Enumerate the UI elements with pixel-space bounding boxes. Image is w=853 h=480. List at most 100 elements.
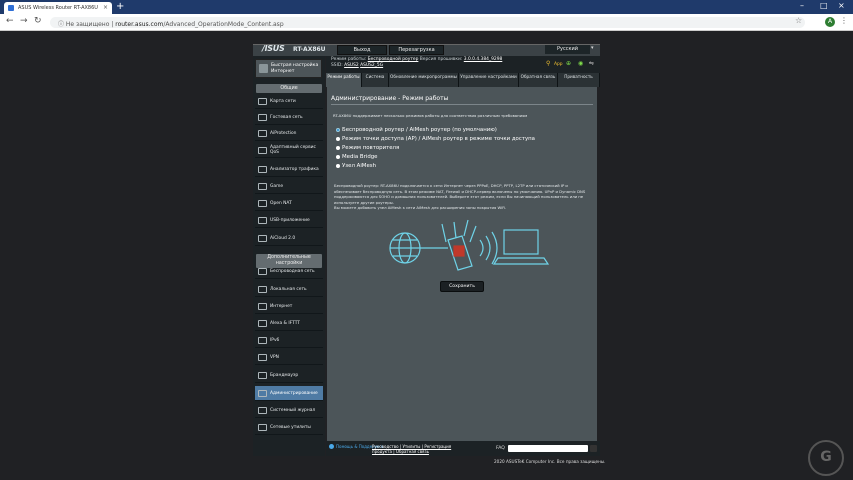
mode-option-media-bridge[interactable]: Media Bridge: [336, 154, 377, 160]
browser-menu-icon[interactable]: ⋮: [840, 16, 848, 25]
asus-logo: /ISUS: [262, 44, 285, 53]
sidebar-item-network-map[interactable]: Карта сети: [255, 94, 323, 109]
sidebar-item-aiprotection[interactable]: AiProtection: [255, 126, 323, 141]
vpn-icon: [258, 354, 267, 361]
help-icon: [329, 444, 334, 449]
page-title: Администрирование - Режим работы: [331, 95, 449, 102]
shield-icon: [258, 130, 267, 137]
usb-icon: [258, 217, 267, 224]
ipv6-icon: [258, 337, 267, 344]
reload-icon[interactable]: ↻: [34, 16, 42, 26]
mode-option-router[interactable]: Беспроводной роутер / AiMesh роутер (по …: [336, 127, 497, 133]
footer-links[interactable]: Руководство | Утилиты | Регистрация прод…: [372, 444, 451, 454]
sidebar-item-system-log[interactable]: Системный журнал: [255, 403, 323, 418]
sidebar-item-guest-network[interactable]: Гостевая сеть: [255, 110, 323, 125]
radio-icon[interactable]: [336, 154, 340, 159]
operation-mode-link[interactable]: Беспроводной роутер: [368, 57, 419, 62]
traffic-analyzer-icon: [258, 166, 267, 173]
radio-icon[interactable]: [336, 136, 340, 141]
faq-search-input[interactable]: [508, 445, 588, 452]
browser-toolbar: ← → ↻ ⓘ Не защищено | router.asus.com/Ad…: [0, 14, 853, 31]
search-icon[interactable]: [590, 445, 597, 452]
app-icon[interactable]: ⚲: [546, 60, 550, 67]
sidebar-item-wireless[interactable]: Беспроводная сеть: [255, 264, 323, 279]
app-label: App: [554, 62, 563, 67]
laptop-icon: [492, 229, 550, 265]
ssid-5g-link[interactable]: ASUS2_5G: [360, 63, 383, 68]
radio-icon[interactable]: [336, 145, 340, 150]
quick-setup-button[interactable]: Быстрая настройка Интернет: [255, 59, 322, 78]
sidebar-item-wan[interactable]: Интернет: [255, 299, 323, 314]
sidebar-item-usb-app[interactable]: USB-приложение: [255, 213, 323, 228]
close-window-icon[interactable]: ×: [838, 1, 845, 10]
status-info: Режим работы: Беспроводной роутер Версия…: [331, 57, 503, 68]
radio-selected-icon[interactable]: [336, 127, 340, 132]
page-subtitle: RT-AX86U поддерживает несколько режимов …: [333, 113, 528, 118]
usb-status-icon[interactable]: ⇋: [589, 60, 594, 67]
tab-firmware-upgrade[interactable]: Обновление микропрограммы: [389, 73, 459, 87]
maximize-icon[interactable]: □: [820, 1, 828, 10]
reboot-button[interactable]: Перезагрузка: [389, 45, 444, 55]
sidebar-item-vpn[interactable]: VPN: [255, 350, 323, 365]
forward-icon[interactable]: →: [20, 16, 28, 26]
language-select[interactable]: Русский: [545, 45, 590, 54]
mode-option-ap[interactable]: Режим точки доступа (AP) / AiMesh роутер…: [336, 136, 535, 142]
firmware-link[interactable]: 3.0.0.4.384_9298: [464, 57, 503, 62]
alexa-icon: [258, 320, 267, 327]
insecure-icon: ⓘ: [58, 21, 66, 28]
description-text: Беспроводной роутер: RT-AX86U подключает…: [334, 183, 586, 205]
address-bar[interactable]: ⓘ Не защищено | router.asus.com/Advanced…: [50, 17, 805, 28]
browser-tab-strip: ASUS Wireless Router RT-AX86U × + – □ ×: [0, 0, 853, 14]
wifi-waves-icon: [479, 231, 498, 265]
sidebar-item-traffic-analyzer[interactable]: Анализатор трафика: [255, 162, 323, 177]
save-button[interactable]: Сохранить: [440, 281, 484, 292]
faq-label: FAQ: [496, 446, 505, 451]
router-model: RT-AX86U: [293, 46, 326, 53]
sidebar-item-qos[interactable]: Адаптивный сервис QoS: [255, 143, 323, 158]
tab-feedback[interactable]: Обратная связь: [519, 73, 558, 87]
quick-setup-icon: [259, 64, 268, 73]
tab-privacy[interactable]: Приватность: [558, 73, 600, 87]
sidebar-item-administration[interactable]: Администрирование: [255, 386, 323, 401]
open-nat-icon: [258, 200, 267, 207]
tab-system[interactable]: Система: [362, 73, 389, 87]
close-tab-icon[interactable]: ×: [103, 4, 108, 11]
radio-icon[interactable]: [336, 163, 340, 168]
new-tab-button[interactable]: +: [116, 1, 124, 13]
minimize-icon[interactable]: –: [800, 1, 804, 10]
url-host: router.asus.com: [115, 21, 164, 28]
mode-description: Беспроводной роутер: RT-AX86U подключает…: [334, 183, 590, 211]
network-map-icon: [258, 98, 267, 105]
wifi-status-icon[interactable]: ◉: [578, 60, 583, 67]
globe-icon: [389, 232, 421, 264]
internet-status-icon[interactable]: ⊕: [566, 60, 571, 67]
logout-button[interactable]: Выход: [337, 45, 387, 55]
title-divider: [331, 104, 593, 105]
mode-option-aimesh-node[interactable]: Узел AiMesh: [336, 163, 376, 169]
sidebar-item-open-nat[interactable]: Open NAT: [255, 196, 323, 211]
sidebar-item-lan[interactable]: Локальная сеть: [255, 282, 323, 297]
guest-network-icon: [258, 114, 267, 121]
router-mode-illustration: [389, 219, 550, 271]
bookmark-star-icon[interactable]: ☆: [795, 16, 802, 25]
sidebar-item-alexa-ifttt[interactable]: Alexa & IFTTT: [255, 316, 323, 331]
ssid-24-link[interactable]: ASUS2: [344, 63, 359, 68]
mode-option-repeater[interactable]: Режим повторителя: [336, 145, 399, 151]
back-icon[interactable]: ←: [6, 16, 14, 26]
sidebar-item-ipv6[interactable]: IPv6: [255, 333, 323, 348]
language-dropdown-icon[interactable]: ▾: [591, 45, 594, 51]
tab-operation-mode[interactable]: Режим работы: [326, 73, 362, 87]
general-section-header: Общие: [256, 84, 322, 93]
qos-icon: [258, 147, 267, 154]
sidebar-item-game[interactable]: Game: [255, 179, 323, 194]
browser-tab[interactable]: ASUS Wireless Router RT-AX86U ×: [4, 2, 112, 14]
tab-settings-management[interactable]: Управление настройками: [459, 73, 519, 87]
router-icon: [441, 219, 477, 271]
sidebar-item-network-tools[interactable]: Сетевые утилиты: [255, 420, 323, 435]
url-path: /Advanced_OperationMode_Content.asp: [163, 21, 284, 28]
cloud-icon: [258, 235, 267, 242]
wireless-icon: [258, 268, 267, 275]
sidebar-item-aicloud[interactable]: AiCloud 2.0: [255, 231, 323, 246]
avatar[interactable]: A: [825, 17, 835, 27]
sidebar-item-firewall[interactable]: Брандмауэр: [255, 368, 323, 383]
